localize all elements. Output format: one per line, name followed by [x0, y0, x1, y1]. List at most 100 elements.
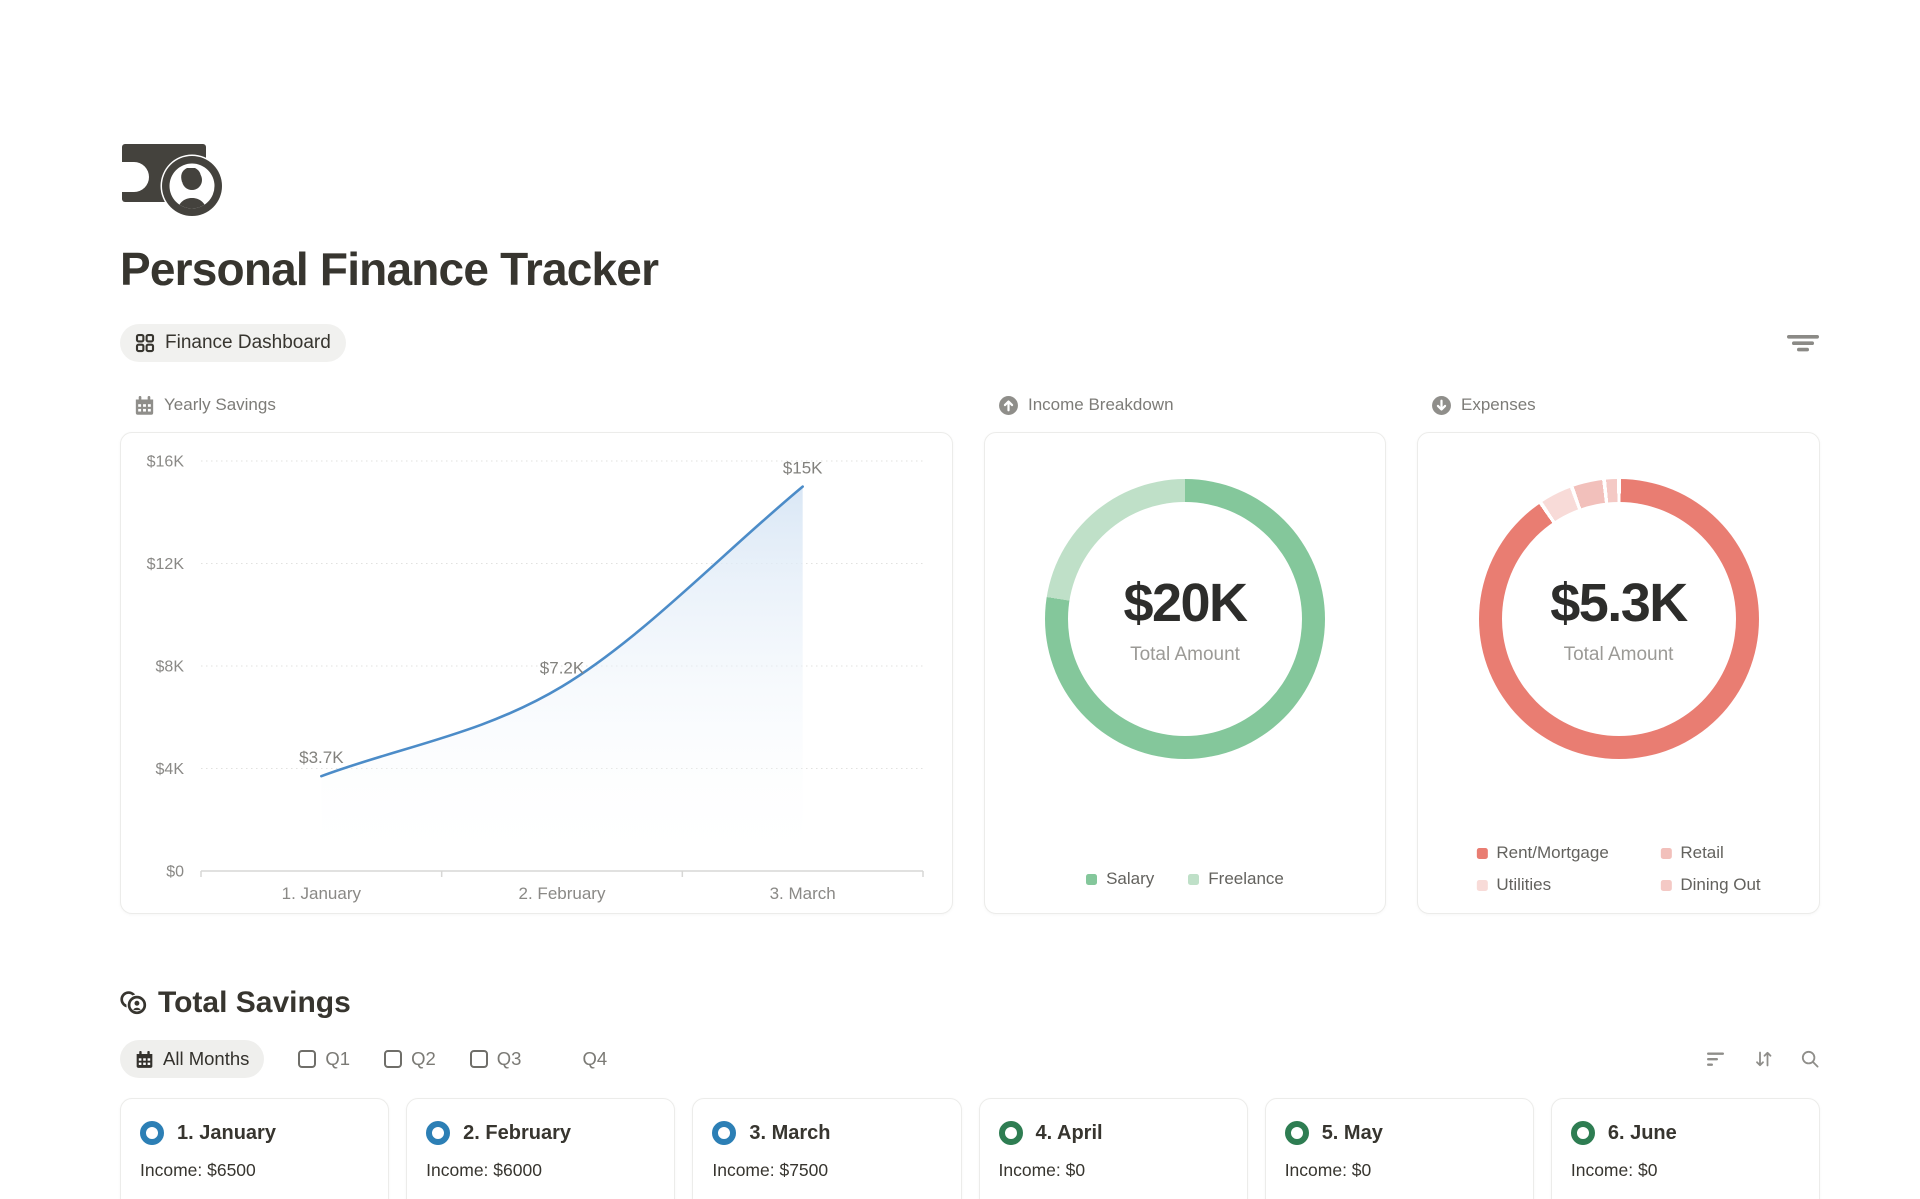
income-donut-chart: $20K Total Amount — [1045, 479, 1325, 759]
svg-text:$3.7K: $3.7K — [299, 748, 344, 767]
tab-label: Q2 — [411, 1048, 436, 1070]
tab-q3[interactable]: Q3 — [470, 1048, 522, 1070]
tab-q2[interactable]: Q2 — [384, 1048, 436, 1070]
month-card[interactable]: 2. February Income: $6000 — [406, 1098, 675, 1199]
savings-toolbar-icons — [1707, 1049, 1820, 1069]
view-filter-button[interactable] — [1786, 332, 1820, 354]
legend-label: Dining Out — [1680, 875, 1760, 895]
month-card-title: 2. February — [463, 1122, 571, 1145]
svg-text:$7.2K: $7.2K — [540, 659, 585, 678]
tab-q1[interactable]: Q1 — [298, 1048, 350, 1070]
month-card-title-row: 2. February — [426, 1121, 655, 1145]
page: Personal Finance Tracker Finance Dashboa… — [0, 0, 1920, 1199]
page-title: Personal Finance Tracker — [120, 242, 1820, 296]
legend-item[interactable]: Retail — [1660, 843, 1760, 863]
month-card-title-row: 4. April — [999, 1121, 1228, 1145]
yearly-savings-label: Yearly Savings — [134, 394, 953, 416]
svg-text:$16K: $16K — [147, 454, 185, 471]
svg-text:$12K: $12K — [147, 556, 185, 573]
search-button[interactable] — [1800, 1049, 1820, 1069]
tab-q4[interactable]: Q4 — [555, 1048, 607, 1070]
income-legend: Salary Freelance — [985, 869, 1385, 889]
tab-label: Q4 — [582, 1048, 607, 1070]
tab-label: Q1 — [325, 1048, 350, 1070]
circle-arrow-up-icon — [998, 395, 1019, 416]
svg-text:3. March: 3. March — [770, 884, 836, 903]
filter-icon — [1786, 332, 1820, 354]
legend-label: Salary — [1106, 869, 1154, 889]
tab-label: Q3 — [497, 1048, 522, 1070]
tab-all-months[interactable]: All Months — [120, 1040, 264, 1078]
money-with-face-icon — [120, 138, 226, 218]
month-card-income: Income: $7500 — [712, 1160, 941, 1181]
legend-label: Utilities — [1496, 875, 1551, 895]
dashboard-grid-icon — [135, 333, 155, 353]
legend-swatch — [1086, 874, 1097, 885]
month-card-income: Income: $0 — [1571, 1160, 1800, 1181]
month-cards-row: 1. JanuaryIncome: $6500 2. February Income… — [120, 1098, 1820, 1199]
month-card[interactable]: 3. March Income: $7500 — [692, 1098, 961, 1199]
expenses-total-caption: Total Amount — [1564, 644, 1674, 666]
month-card-title: 4. April — [1036, 1122, 1103, 1145]
month-card-income: Income: $0 — [999, 1160, 1228, 1181]
search-icon — [1800, 1049, 1820, 1069]
sort-icon — [1753, 1049, 1774, 1069]
income-total-caption: Total Amount — [1130, 644, 1240, 666]
yearly-savings-card: $0$4K$8K$12K$16K$3.7K$7.2K$15K1. January… — [120, 432, 953, 914]
quarter-3-icon — [470, 1050, 488, 1068]
month-card-title-row: 5. May — [1285, 1121, 1514, 1145]
month-card[interactable]: 5. May Income: $0 — [1265, 1098, 1534, 1199]
sort-button[interactable] — [1753, 1049, 1774, 1069]
income-breakdown-label: Income Breakdown — [998, 394, 1386, 416]
section-label: Income Breakdown — [1028, 395, 1174, 415]
expenses-card: $5.3K Total Amount Rent/MortgageRetailUt… — [1417, 432, 1820, 914]
yearly-savings-chart: $0$4K$8K$12K$16K$3.7K$7.2K$15K1. January… — [121, 433, 952, 913]
month-card-income: Income: $0 — [1285, 1160, 1514, 1181]
month-card[interactable]: 1. JanuaryIncome: $6500 — [120, 1098, 389, 1199]
legend-item[interactable]: Rent/Mortgage — [1476, 843, 1634, 863]
month-card-title: 3. March — [749, 1122, 830, 1145]
month-card-title: 6. June — [1608, 1122, 1677, 1145]
quarter-2-icon — [384, 1050, 402, 1068]
legend-swatch — [1188, 874, 1199, 885]
total-savings-header: Total Savings — [120, 986, 1820, 1019]
legend-item[interactable]: Salary — [1086, 869, 1154, 889]
ring-icon — [1285, 1121, 1309, 1145]
svg-text:$8K: $8K — [156, 659, 185, 676]
tab-finance-dashboard[interactable]: Finance Dashboard — [120, 324, 346, 362]
quarter-1-icon — [298, 1050, 316, 1068]
legend-label: Rent/Mortgage — [1496, 843, 1608, 863]
expenses-legend: Rent/Mortgage Retail Utilities Dining Out — [1476, 843, 1760, 895]
tab-label: Finance Dashboard — [165, 332, 331, 354]
income-breakdown-section: Income Breakdown $20K Total Amount Salar… — [984, 394, 1386, 914]
donut-center: $20K Total Amount — [1068, 502, 1302, 736]
month-card[interactable]: 6. June Income: $0 — [1551, 1098, 1820, 1199]
month-card-title-row: 3. March — [712, 1121, 941, 1145]
filter-button[interactable] — [1707, 1052, 1727, 1067]
legend-item[interactable]: Dining Out — [1660, 875, 1760, 895]
section-label: Expenses — [1461, 395, 1536, 415]
yearly-savings-section: Yearly Savings $0$4K$8K$12K$16K$3.7K$7.2… — [120, 394, 953, 914]
month-card-income: Income: $6000 — [426, 1160, 655, 1181]
legend-swatch — [1660, 848, 1671, 859]
month-card-title-row: 1. January — [140, 1121, 369, 1145]
view-tab-bar: Finance Dashboard — [120, 324, 1820, 362]
legend-item[interactable]: Utilities — [1476, 875, 1634, 895]
ring-icon — [140, 1121, 164, 1145]
svg-text:2. February: 2. February — [519, 884, 606, 903]
legend-label: Freelance — [1208, 869, 1284, 889]
expenses-section: Expenses $5.3K Total Amount Rent/Mortgag… — [1417, 394, 1820, 914]
month-card-title: 1. January — [177, 1122, 276, 1145]
legend-item[interactable]: Freelance — [1188, 869, 1284, 889]
quarter-4-icon — [555, 1050, 573, 1068]
income-breakdown-card: $20K Total Amount Salary Freelance — [984, 432, 1386, 914]
section-label: Yearly Savings — [164, 395, 276, 415]
charts-row: Yearly Savings $0$4K$8K$12K$16K$3.7K$7.2… — [120, 394, 1820, 914]
tab-label: All Months — [163, 1048, 249, 1070]
legend-label: Retail — [1680, 843, 1723, 863]
coins-icon — [120, 989, 147, 1016]
legend-swatch — [1476, 880, 1487, 891]
income-total-value: $20K — [1123, 572, 1246, 634]
legend-swatch — [1476, 848, 1487, 859]
month-card[interactable]: 4. April Income: $0 — [979, 1098, 1248, 1199]
